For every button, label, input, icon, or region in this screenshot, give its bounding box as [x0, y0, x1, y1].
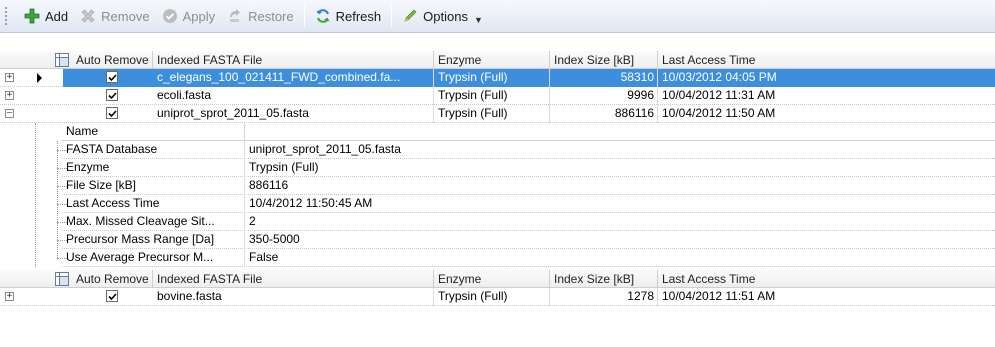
detail-row[interactable]: Enzyme Trypsin (Full)	[57, 159, 995, 177]
detail-key: FASTA Database	[62, 141, 245, 159]
fasta-file-cell: bovine.fasta	[153, 288, 434, 306]
add-icon	[24, 8, 40, 24]
enzyme-cell: Trypsin (Full)	[434, 105, 550, 123]
enzyme-cell: Trypsin (Full)	[434, 69, 550, 87]
last-access-cell: 10/03/2012 04:05 PM	[662, 70, 777, 84]
remove-label: Remove	[101, 8, 150, 24]
last-access-cell: 10/04/2012 11:51 AM	[662, 289, 776, 303]
index-size-cell: 1278	[550, 288, 658, 306]
detail-row[interactable]: File Size [kB] 886116	[57, 177, 995, 195]
col-index-size[interactable]: Index Size [kB]	[550, 51, 658, 69]
col-index-size[interactable]: Index Size [kB]	[550, 270, 658, 288]
fasta-file-cell: ecoli.fasta	[153, 87, 434, 105]
column-chooser-icon[interactable]	[55, 53, 69, 67]
remove-button[interactable]: Remove	[74, 4, 155, 28]
toolbar: Add Remove Apply Restore Refresh Options…	[0, 0, 995, 33]
index-size-cell: 9996	[550, 87, 658, 105]
auto-remove-checkbox[interactable]	[106, 71, 118, 83]
col-indexed-fasta-file[interactable]: Indexed FASTA File	[153, 270, 434, 288]
detail-value: Trypsin (Full)	[249, 160, 319, 174]
toolbar-grip[interactable]	[4, 6, 8, 26]
table-row[interactable]: – uniprot_sprot_2011_05.fasta Trypsin (F…	[0, 105, 995, 123]
detail-header: Name	[62, 123, 995, 141]
refresh-label: Refresh	[335, 8, 382, 24]
restore-icon	[230, 9, 241, 22]
auto-remove-checkbox[interactable]	[106, 89, 118, 101]
detail-key: Max. Missed Cleavage Sit...	[62, 213, 245, 231]
detail-key: File Size [kB]	[62, 177, 245, 195]
refresh-icon	[316, 9, 330, 23]
table-row[interactable]: + bovine.fasta Trypsin (Full) 1278 10/04…	[0, 288, 995, 306]
grid-header: Auto Remove Indexed FASTA File Enzyme In…	[0, 270, 995, 288]
apply-icon	[162, 9, 177, 23]
expand-icon[interactable]: +	[5, 73, 14, 82]
col-last-access-time[interactable]: Last Access Time	[658, 51, 995, 69]
enzyme-cell: Trypsin (Full)	[434, 288, 550, 306]
col-auto-remove[interactable]: Auto Remove	[72, 270, 153, 288]
tree-line	[35, 123, 36, 267]
detail-value: 10/4/2012 11:50:45 AM	[249, 196, 373, 210]
table-row[interactable]: + c_elegans_100_021411_FWD_combined.fa..…	[0, 69, 995, 87]
apply-button[interactable]: Apply	[156, 4, 222, 28]
col-last-access-time[interactable]: Last Access Time	[658, 270, 995, 288]
fasta-file-cell: uniprot_sprot_2011_05.fasta	[153, 105, 434, 123]
detail-row[interactable]: Use Average Precursor M... False	[57, 249, 995, 267]
apply-label: Apply	[182, 8, 216, 24]
fasta-file-cell: c_elegans_100_021411_FWD_combined.fa...	[153, 69, 434, 87]
index-size-cell: 58310	[550, 69, 658, 87]
restore-label: Restore	[248, 8, 294, 24]
detail-key: Last Access Time	[62, 195, 245, 213]
col-enzyme[interactable]: Enzyme	[434, 270, 550, 288]
collapse-icon[interactable]: –	[5, 109, 14, 118]
col-enzyme[interactable]: Enzyme	[434, 51, 550, 69]
restore-button[interactable]: Restore	[221, 4, 300, 28]
toolbar-separator	[391, 5, 393, 27]
options-label: Options	[423, 8, 468, 24]
add-button[interactable]: Add	[18, 4, 74, 28]
detail-key: Enzyme	[62, 159, 245, 177]
detail-value: 2	[249, 214, 256, 228]
index-size-cell: 886116	[550, 105, 658, 123]
col-indexed-fasta-file[interactable]: Indexed FASTA File	[153, 51, 434, 69]
refresh-button[interactable]: Refresh	[309, 4, 388, 28]
detail-row[interactable]: Max. Missed Cleavage Sit... 2	[57, 213, 995, 231]
detail-key: Use Average Precursor M...	[62, 249, 245, 267]
toolbar-separator	[303, 5, 305, 27]
expand-icon[interactable]: +	[5, 292, 14, 301]
auto-remove-checkbox[interactable]	[106, 290, 118, 302]
row-indicator-icon	[37, 73, 42, 83]
column-chooser-icon[interactable]	[55, 272, 69, 286]
detail-row[interactable]: FASTA Database uniprot_sprot_2011_05.fas…	[57, 141, 995, 159]
detail-value: 350-5000	[249, 232, 300, 246]
detail-key: Precursor Mass Range [Da]	[62, 231, 245, 249]
grid-header: Auto Remove Indexed FASTA File Enzyme In…	[0, 51, 995, 69]
detail-row[interactable]: Precursor Mass Range [Da] 350-5000	[57, 231, 995, 249]
detail-name-header[interactable]: Name	[62, 123, 245, 141]
remove-icon	[81, 9, 95, 23]
auto-remove-checkbox[interactable]	[106, 107, 118, 119]
detail-value: False	[249, 250, 279, 264]
table-row[interactable]: + ecoli.fasta Trypsin (Full) 9996 10/04/…	[0, 87, 995, 105]
detail-value: uniprot_sprot_2011_05.fasta	[249, 142, 401, 156]
col-auto-remove[interactable]: Auto Remove	[72, 51, 153, 69]
detail-row[interactable]: Last Access Time 10/4/2012 11:50:45 AM	[57, 195, 995, 213]
options-button[interactable]: Options ▼	[396, 4, 489, 28]
chevron-down-icon[interactable]: ▼	[474, 15, 483, 25]
pencil-icon	[404, 9, 417, 22]
enzyme-cell: Trypsin (Full)	[434, 87, 550, 105]
expand-icon[interactable]: +	[5, 91, 14, 100]
last-access-cell: 10/04/2012 11:50 AM	[662, 106, 776, 120]
add-label: Add	[45, 8, 69, 24]
last-access-cell: 10/04/2012 11:31 AM	[662, 88, 776, 102]
detail-value: 886116	[249, 178, 289, 192]
